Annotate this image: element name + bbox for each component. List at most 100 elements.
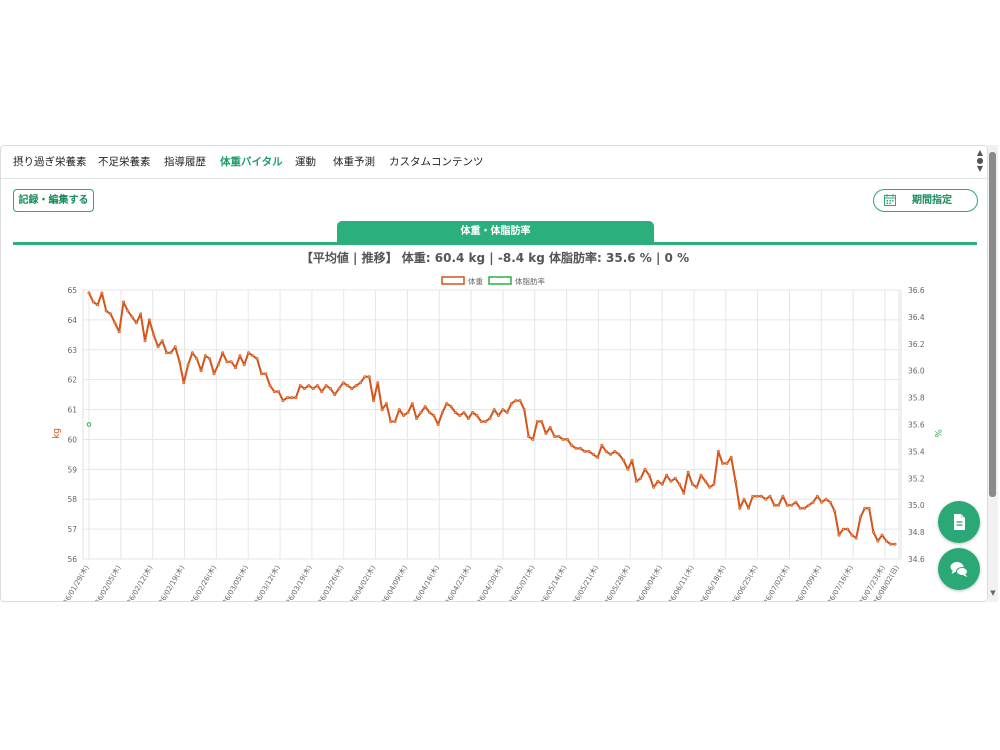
x-tick-label: 2026/07/02(木) bbox=[757, 563, 791, 601]
y-tick-right-label: 35.0 bbox=[908, 501, 925, 510]
y-tick-left-label: 64 bbox=[67, 316, 77, 325]
weight-point bbox=[165, 351, 169, 355]
y-axis-label-right: % bbox=[932, 429, 942, 438]
weight-point bbox=[208, 357, 212, 361]
weight-point bbox=[561, 437, 565, 441]
weight-point bbox=[358, 381, 362, 385]
weight-point bbox=[376, 381, 380, 385]
weight-point bbox=[328, 387, 332, 391]
weight-point bbox=[406, 410, 410, 414]
weight-point bbox=[755, 494, 759, 498]
y-tick-left-label: 63 bbox=[67, 346, 77, 355]
weight-point bbox=[759, 494, 763, 498]
weight-point bbox=[846, 527, 850, 531]
weight-point bbox=[483, 419, 487, 423]
weight-point bbox=[91, 300, 95, 304]
weight-point bbox=[794, 500, 798, 504]
weight-point bbox=[518, 399, 522, 403]
page-scrollbar-thumb[interactable] bbox=[989, 152, 996, 497]
chart-legend: 体重 体脂肪率 bbox=[441, 276, 545, 286]
weight-point bbox=[531, 437, 535, 441]
weight-point bbox=[721, 461, 725, 465]
weight-point bbox=[445, 402, 449, 406]
weight-point bbox=[251, 354, 255, 358]
weight-point bbox=[475, 413, 479, 417]
weight-point bbox=[134, 321, 138, 325]
y-tick-right-label: 35.6 bbox=[908, 421, 925, 430]
weight-point bbox=[677, 482, 681, 486]
weight-point bbox=[854, 536, 858, 540]
y-tick-right-label: 35.4 bbox=[908, 447, 925, 456]
weight-point bbox=[264, 372, 268, 376]
weight-point bbox=[212, 372, 216, 376]
scroll-down-arrow[interactable]: ▼ bbox=[988, 589, 998, 597]
weight-point bbox=[850, 533, 854, 537]
weight-point bbox=[604, 449, 608, 453]
x-tick-label: 2026/01/29(木) bbox=[57, 563, 91, 601]
weight-point bbox=[583, 449, 587, 453]
chat-fab-button[interactable] bbox=[938, 548, 980, 590]
weight-point bbox=[139, 312, 143, 316]
weight-point bbox=[496, 413, 500, 417]
x-tick-label: 2026/03/05(木) bbox=[216, 563, 250, 601]
weight-point bbox=[324, 384, 328, 388]
y-tick-left-label: 56 bbox=[67, 555, 77, 564]
weight-point bbox=[427, 410, 431, 414]
x-tick-label: 2026/02/05(木) bbox=[88, 563, 122, 601]
weight-point bbox=[96, 303, 100, 307]
weight-point bbox=[221, 351, 225, 355]
weight-point bbox=[708, 485, 712, 489]
weight-point bbox=[820, 500, 824, 504]
weight-point bbox=[871, 530, 875, 534]
weight-point bbox=[195, 357, 199, 361]
weight-point bbox=[514, 399, 518, 403]
weight-point bbox=[320, 390, 324, 394]
y-tick-right-label: 35.2 bbox=[908, 474, 925, 483]
weight-point bbox=[669, 479, 673, 483]
weight-point bbox=[725, 461, 729, 465]
x-tick-label: 2026/02/12(木) bbox=[120, 563, 154, 601]
weight-point bbox=[186, 363, 190, 367]
weight-point bbox=[350, 387, 354, 391]
document-fab-button[interactable] bbox=[938, 501, 980, 543]
weight-point bbox=[746, 506, 750, 510]
x-tick-label: 2026/02/26(木) bbox=[184, 563, 218, 601]
weight-point bbox=[639, 476, 643, 480]
y-tick-right-label: 36.0 bbox=[908, 367, 925, 376]
weight-point bbox=[544, 431, 548, 435]
weight-point bbox=[440, 410, 444, 414]
weight-point bbox=[807, 503, 811, 507]
legend-swatch-weight bbox=[441, 276, 465, 285]
y-tick-left-label: 61 bbox=[67, 406, 77, 415]
weight-point bbox=[570, 443, 574, 447]
y-tick-right-label: 36.2 bbox=[908, 340, 925, 349]
weight-point bbox=[509, 402, 513, 406]
weight-point bbox=[281, 399, 285, 403]
x-tick-label: 2026/04/02(木) bbox=[343, 563, 377, 601]
weight-point bbox=[423, 405, 427, 409]
weight-point bbox=[764, 497, 768, 501]
weight-point bbox=[104, 309, 108, 313]
y-tick-right-label: 36.6 bbox=[908, 286, 925, 295]
weight-point bbox=[876, 539, 880, 543]
y-tick-right-label: 34.6 bbox=[908, 555, 925, 564]
weight-point bbox=[578, 446, 582, 450]
chart-grid bbox=[82, 289, 902, 560]
x-tick-label: 2026/05/14(木) bbox=[534, 563, 568, 601]
legend-label-weight: 体重 bbox=[468, 276, 483, 286]
x-tick-label: 2026/03/19(木) bbox=[279, 563, 313, 601]
weight-point bbox=[315, 384, 319, 388]
y-tick-left-label: 60 bbox=[67, 435, 77, 444]
chart-series bbox=[86, 291, 897, 546]
y-tick-left-label: 62 bbox=[67, 376, 77, 385]
weight-point bbox=[682, 491, 686, 495]
weight-chart: 56 57 58 59 60 61 62 63 64 65 34.6 34.8 35.0 35.2 35.4… bbox=[52, 276, 942, 601]
legend-swatch-bodyfat bbox=[488, 276, 512, 285]
weight-point bbox=[828, 500, 832, 504]
weight-point bbox=[225, 360, 229, 364]
x-tick-label: 2026/07/16(木) bbox=[821, 563, 855, 601]
weight-point bbox=[234, 366, 238, 370]
weight-point bbox=[380, 408, 384, 412]
weight-point bbox=[600, 443, 604, 447]
weight-point bbox=[160, 339, 164, 343]
